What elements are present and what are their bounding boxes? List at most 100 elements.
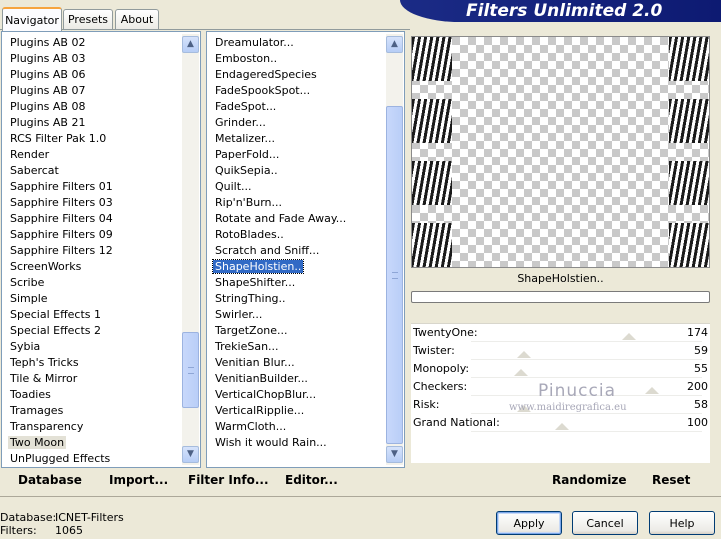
cancel-button[interactable]: Cancel [572, 511, 638, 535]
scroll-up-button[interactable]: ▲ [386, 36, 403, 53]
param-row[interactable]: Grand National: 100 [411, 414, 710, 432]
list-item[interactable]: Tile & Mirror [2, 371, 181, 387]
list-item[interactable]: Render [2, 147, 181, 163]
watermark-name: Pinuccia [538, 381, 616, 401]
list-item[interactable]: Grinder... [207, 115, 385, 131]
filter-scrollbar[interactable]: ▲ ▼ [386, 34, 403, 465]
tab-about[interactable]: About [115, 9, 159, 29]
list-item[interactable]: Dreamulator... [207, 35, 385, 51]
list-item[interactable]: FadeSpot... [207, 99, 385, 115]
list-item-label: PaperFold... [215, 148, 280, 161]
list-item[interactable]: Plugins AB 21 [2, 115, 181, 131]
list-item[interactable]: Scratch and Sniff... [207, 243, 385, 259]
list-item[interactable]: Toadies [2, 387, 181, 403]
list-item[interactable]: Plugins AB 02 [2, 35, 181, 51]
list-item[interactable]: Rip'n'Burn... [207, 195, 385, 211]
param-slider-knob[interactable] [554, 423, 569, 430]
list-item[interactable]: Special Effects 1 [2, 307, 181, 323]
list-item-label: Render [10, 148, 50, 161]
list-item[interactable]: RCS Filter Pak 1.0 [2, 131, 181, 147]
tab-navigator[interactable]: Navigator [2, 7, 62, 31]
list-item-label: WarmCloth... [215, 420, 287, 433]
list-item[interactable]: Tramages [2, 403, 181, 419]
tab-presets[interactable]: Presets [63, 9, 113, 29]
list-item[interactable]: Plugins AB 08 [2, 99, 181, 115]
list-item[interactable]: ShapeShifter... [207, 275, 385, 291]
list-item[interactable]: UnPlugged Effects [2, 451, 181, 467]
help-button[interactable]: Help [649, 511, 715, 535]
list-item[interactable]: Venitian Blur... [207, 355, 385, 371]
list-item[interactable]: Swirler... [207, 307, 385, 323]
scroll-down-button[interactable]: ▼ [182, 446, 199, 463]
list-item[interactable]: RotoBlades.. [207, 227, 385, 243]
list-item[interactable]: Sapphire Filters 01 [2, 179, 181, 195]
list-item[interactable]: Special Effects 2 [2, 323, 181, 339]
list-item[interactable]: Metalizer... [207, 131, 385, 147]
filter-list[interactable]: Dreamulator... Emboston.. EndageredSpecies… [207, 35, 385, 451]
scroll-thumb[interactable] [182, 332, 199, 408]
randomize-button[interactable]: Randomize [552, 473, 626, 487]
list-item[interactable]: Quilt... [207, 179, 385, 195]
scroll-thumb[interactable] [386, 106, 403, 444]
list-item[interactable]: Two Moon [2, 435, 181, 451]
list-item[interactable]: EndageredSpecies [207, 67, 385, 83]
list-item-label: Rotate and Fade Away... [215, 212, 347, 225]
list-item[interactable]: PaperFold... [207, 147, 385, 163]
param-row[interactable]: TwentyOne: 174 [411, 324, 710, 342]
apply-button[interactable]: Apply [496, 511, 562, 535]
list-item-label: VerticalRipplie... [215, 404, 305, 417]
list-item[interactable]: TargetZone... [207, 323, 385, 339]
param-label: Checkers: [413, 380, 468, 393]
param-row[interactable]: Monopoly: 55 [411, 360, 710, 378]
list-item-label: TargetZone... [215, 324, 288, 337]
filters-count: 1065 [55, 524, 83, 537]
list-item[interactable]: Plugins AB 07 [2, 83, 181, 99]
list-item[interactable]: Plugins AB 03 [2, 51, 181, 67]
list-item[interactable]: Sapphire Filters 03 [2, 195, 181, 211]
param-value: 55 [694, 362, 708, 375]
database-button[interactable]: Database [18, 473, 82, 487]
list-item[interactable]: VerticalChopBlur... [207, 387, 385, 403]
category-list[interactable]: Plugins AB 02 Plugins AB 03 Plugins AB 06 P… [2, 35, 181, 467]
import-button[interactable]: Import... [109, 473, 168, 487]
list-item[interactable]: WarmCloth... [207, 419, 385, 435]
editor-button[interactable]: Editor... [285, 473, 338, 487]
filter-info-button[interactable]: Filter Info... [188, 473, 269, 487]
list-item[interactable]: Sapphire Filters 12 [2, 243, 181, 259]
list-item[interactable]: VerticalRipplie... [207, 403, 385, 419]
list-item-label: QuikSepia.. [215, 164, 278, 177]
list-item[interactable]: Emboston.. [207, 51, 385, 67]
list-item[interactable]: Rotate and Fade Away... [207, 211, 385, 227]
list-item-label: Plugins AB 06 [10, 68, 86, 81]
list-item-label: Quilt... [215, 180, 252, 193]
list-item[interactable]: Transparency [2, 419, 181, 435]
list-item[interactable]: Simple [2, 291, 181, 307]
list-item[interactable]: FadeSpookSpot... [207, 83, 385, 99]
param-slider-track[interactable] [471, 431, 702, 432]
zebra-stripe-tile [669, 37, 709, 81]
list-item[interactable]: Wish it would Rain... [207, 435, 385, 451]
scroll-up-button[interactable]: ▲ [182, 36, 199, 53]
list-item[interactable]: Scribe [2, 275, 181, 291]
param-row[interactable]: Twister: 59 [411, 342, 710, 360]
list-item[interactable]: StringThing.. [207, 291, 385, 307]
reset-button[interactable]: Reset [652, 473, 690, 487]
param-slider-knob[interactable] [645, 387, 660, 394]
list-item[interactable]: Sapphire Filters 04 [2, 211, 181, 227]
category-scrollbar[interactable]: ▲ ▼ [182, 34, 199, 465]
param-slider-knob[interactable] [517, 351, 532, 358]
list-item[interactable]: ScreenWorks [2, 259, 181, 275]
param-slider-knob[interactable] [621, 333, 636, 340]
param-slider-knob[interactable] [513, 369, 528, 376]
list-item[interactable]: Sabercat [2, 163, 181, 179]
list-item-label: ScreenWorks [10, 260, 82, 273]
list-item[interactable]: QuikSepia.. [207, 163, 385, 179]
list-item[interactable]: Teph's Tricks [2, 355, 181, 371]
list-item[interactable]: VenitianBuilder... [207, 371, 385, 387]
list-item[interactable]: ShapeHolstien.. [207, 259, 385, 275]
list-item[interactable]: TrekieSan... [207, 339, 385, 355]
list-item[interactable]: Sapphire Filters 09 [2, 227, 181, 243]
scroll-down-button[interactable]: ▼ [386, 446, 403, 463]
list-item[interactable]: Sybia [2, 339, 181, 355]
list-item[interactable]: Plugins AB 06 [2, 67, 181, 83]
